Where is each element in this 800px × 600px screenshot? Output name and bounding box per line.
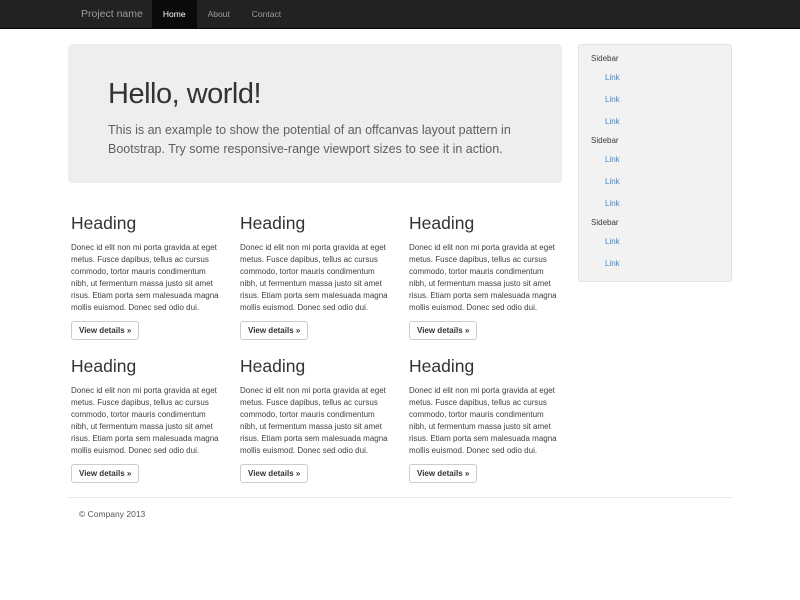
card-body-text: Donec id elit non mi porta gravida at eg… xyxy=(71,242,220,314)
card: Heading Donec id elit non mi porta gravi… xyxy=(68,340,237,483)
main-content: Hello, world! This is an example to show… xyxy=(68,29,575,483)
jumbotron-lead: This is an example to show the potential… xyxy=(108,121,522,159)
view-details-button[interactable]: View details » xyxy=(71,321,139,340)
sidebar-group: Sidebar Link Link Link xyxy=(579,133,731,215)
card: Heading Donec id elit non mi porta gravi… xyxy=(237,198,406,340)
sidebar-link[interactable]: Link xyxy=(579,253,731,275)
sidebar-group: Sidebar Link Link xyxy=(579,215,731,275)
cards-row-1: Heading Donec id elit non mi porta gravi… xyxy=(68,198,575,340)
card-heading: Heading xyxy=(71,357,220,376)
nav-link-about[interactable]: About xyxy=(197,0,241,29)
footer-divider xyxy=(68,497,732,498)
sidebar-link[interactable]: Link xyxy=(579,111,731,133)
copyright-text: © Company 2013 xyxy=(68,509,732,519)
sidebar-header: Sidebar xyxy=(579,215,731,231)
sidebar-link[interactable]: Link xyxy=(579,149,731,171)
sidebar-panel: Sidebar Link Link Link Sidebar Link Link… xyxy=(578,44,732,282)
sidebar-column: Sidebar Link Link Link Sidebar Link Link… xyxy=(575,29,732,282)
offcanvas-row: Hello, world! This is an example to show… xyxy=(68,29,732,483)
card-body-text: Donec id elit non mi porta gravida at eg… xyxy=(71,385,220,457)
card-heading: Heading xyxy=(240,214,389,233)
navbar-container: Project name Home About Contact xyxy=(68,0,732,29)
card: Heading Donec id elit non mi porta gravi… xyxy=(406,198,575,340)
page-container: Hello, world! This is an example to show… xyxy=(68,29,732,519)
view-details-button[interactable]: View details » xyxy=(71,464,139,483)
card-body-text: Donec id elit non mi porta gravida at eg… xyxy=(409,242,558,314)
card: Heading Donec id elit non mi porta gravi… xyxy=(406,340,575,483)
page-footer: © Company 2013 xyxy=(68,497,732,519)
sidebar-link[interactable]: Link xyxy=(579,193,731,215)
card-body-text: Donec id elit non mi porta gravida at eg… xyxy=(409,385,558,457)
sidebar-link[interactable]: Link xyxy=(579,89,731,111)
card: Heading Donec id elit non mi porta gravi… xyxy=(237,340,406,483)
sidebar-header: Sidebar xyxy=(579,133,731,149)
card-heading: Heading xyxy=(71,214,220,233)
sidebar-link[interactable]: Link xyxy=(579,67,731,89)
jumbotron: Hello, world! This is an example to show… xyxy=(68,44,562,183)
view-details-button[interactable]: View details » xyxy=(409,321,477,340)
top-navbar: Project name Home About Contact xyxy=(0,0,800,29)
card-heading: Heading xyxy=(240,357,389,376)
card-heading: Heading xyxy=(409,214,558,233)
sidebar-link[interactable]: Link xyxy=(579,231,731,253)
nav-link-contact[interactable]: Contact xyxy=(241,0,292,29)
view-details-button[interactable]: View details » xyxy=(240,321,308,340)
navbar-menu: Home About Contact xyxy=(152,0,292,29)
card: Heading Donec id elit non mi porta gravi… xyxy=(68,198,237,340)
page-title: Hello, world! xyxy=(108,78,522,111)
card-body-text: Donec id elit non mi porta gravida at eg… xyxy=(240,242,389,314)
nav-link-home[interactable]: Home xyxy=(152,0,197,29)
sidebar-link[interactable]: Link xyxy=(579,171,731,193)
view-details-button[interactable]: View details » xyxy=(409,464,477,483)
card-heading: Heading xyxy=(409,357,558,376)
view-details-button[interactable]: View details » xyxy=(240,464,308,483)
card-body-text: Donec id elit non mi porta gravida at eg… xyxy=(240,385,389,457)
sidebar-group: Sidebar Link Link Link xyxy=(579,51,731,133)
brand-link[interactable]: Project name xyxy=(68,0,152,29)
cards-row-2: Heading Donec id elit non mi porta gravi… xyxy=(68,340,575,483)
sidebar-header: Sidebar xyxy=(579,51,731,67)
